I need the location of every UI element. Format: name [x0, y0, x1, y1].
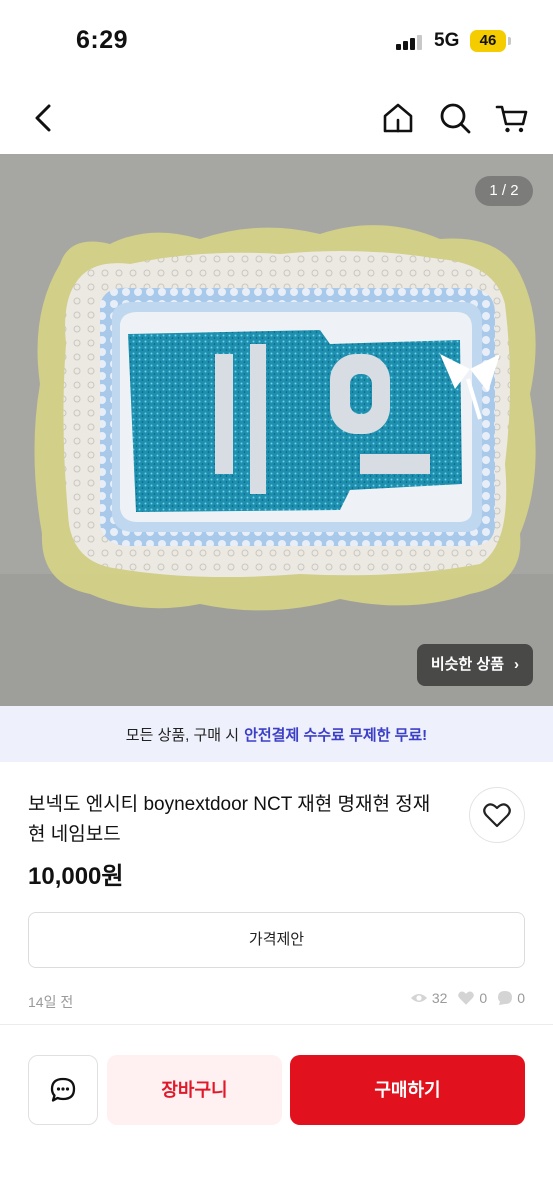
chevron-right-icon: ›: [514, 656, 519, 673]
network-label: 5G: [434, 30, 460, 51]
add-to-cart-button[interactable]: 장바구니: [107, 1055, 282, 1125]
cart-icon: [495, 105, 528, 133]
product-image[interactable]: 1 / 2 비슷한 상품 ›: [0, 154, 553, 706]
nav-bar: [0, 86, 553, 154]
similar-products-button[interactable]: 비슷한 상품 ›: [416, 644, 533, 686]
promo-text: 모든 상품, 구매 시: [125, 726, 240, 744]
cart-button[interactable]: [494, 100, 530, 136]
chats-stat: 0: [497, 990, 525, 1006]
promo-banner[interactable]: 모든 상품, 구매 시 안전결제 수수료 무제한 무료!: [0, 706, 553, 762]
status-bar: 6:29 5G 46: [0, 0, 553, 86]
promo-highlight: 안전결제 수수료 무제한 무료!: [244, 726, 428, 744]
page-indicator: 1 / 2: [475, 176, 533, 206]
chevron-left-icon: [35, 104, 51, 132]
product-title: 보넥도 엔시티 boynextdoor NCT 재현 명재현 정재현 네임보드: [28, 794, 431, 845]
price-offer-button[interactable]: 가격제안: [28, 912, 525, 968]
likes-count: 0: [479, 990, 488, 1006]
buy-now-button[interactable]: 구매하기: [290, 1055, 525, 1125]
product-stats: 32 0 0: [410, 990, 525, 1006]
product-price: 10,000원: [28, 863, 124, 890]
home-button[interactable]: [380, 100, 416, 136]
views-stat: 32: [410, 990, 448, 1006]
views-count: 32: [431, 990, 448, 1006]
battery-tip: [508, 37, 511, 45]
nameboard-photo: [0, 154, 553, 706]
battery-icon: 46: [470, 30, 506, 52]
heart-icon: [483, 803, 511, 828]
eye-icon: [410, 994, 427, 1002]
heart-filled-icon: [458, 991, 475, 1005]
home-icon: [383, 103, 413, 133]
search-icon: [440, 103, 471, 134]
chat-icon: [50, 1077, 76, 1102]
signal-icon: [396, 34, 426, 50]
status-time: 6:29: [76, 26, 129, 54]
similar-products-label: 비슷한 상품: [430, 656, 504, 673]
back-button[interactable]: [26, 100, 62, 136]
wishlist-button[interactable]: [469, 787, 525, 843]
posted-time: 14일 전: [28, 994, 74, 1010]
chat-button[interactable]: [28, 1055, 98, 1125]
likes-stat: 0: [457, 990, 487, 1006]
chat-bubble-icon: [498, 991, 513, 1005]
search-button[interactable]: [437, 100, 473, 136]
chats-count: 0: [517, 990, 525, 1006]
divider: [0, 1024, 553, 1025]
